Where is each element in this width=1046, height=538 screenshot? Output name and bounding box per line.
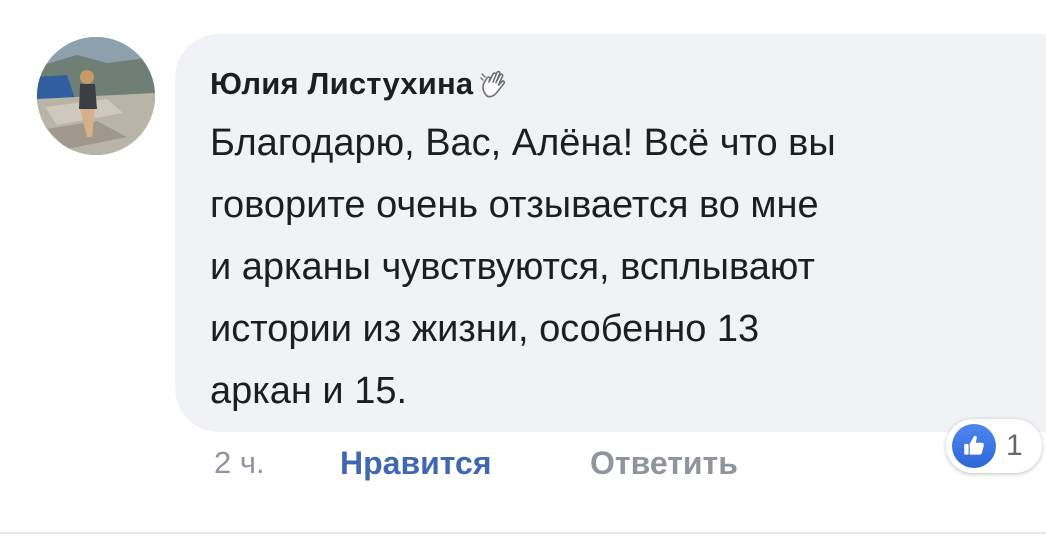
comment-actions: 2 ч. Нравится Ответить: [214, 438, 738, 488]
comment-page: Юлия Листухина Благодарю, Вас, Алёна! Вс…: [0, 0, 1046, 538]
thumbs-up-icon: [952, 424, 996, 468]
author-row: Юлия Листухина: [210, 56, 1016, 112]
reaction-summary[interactable]: 1: [946, 419, 1042, 473]
divider: [0, 532, 1046, 534]
comment-text: Благодарю, Вас, Алёна! Всё что вы говори…: [210, 122, 836, 412]
author-name[interactable]: Юлия Листухина: [210, 66, 473, 102]
like-button[interactable]: Нравится: [340, 445, 590, 482]
reply-button[interactable]: Ответить: [590, 445, 738, 482]
comment-bubble: Юлия Листухина Благодарю, Вас, Алёна! Вс…: [175, 34, 1046, 432]
comment-timestamp[interactable]: 2 ч.: [214, 445, 340, 481]
waving-hand-icon: [479, 69, 509, 99]
avatar-photo: [37, 37, 155, 155]
reaction-count: 1: [1006, 429, 1023, 462]
avatar[interactable]: [37, 37, 155, 155]
